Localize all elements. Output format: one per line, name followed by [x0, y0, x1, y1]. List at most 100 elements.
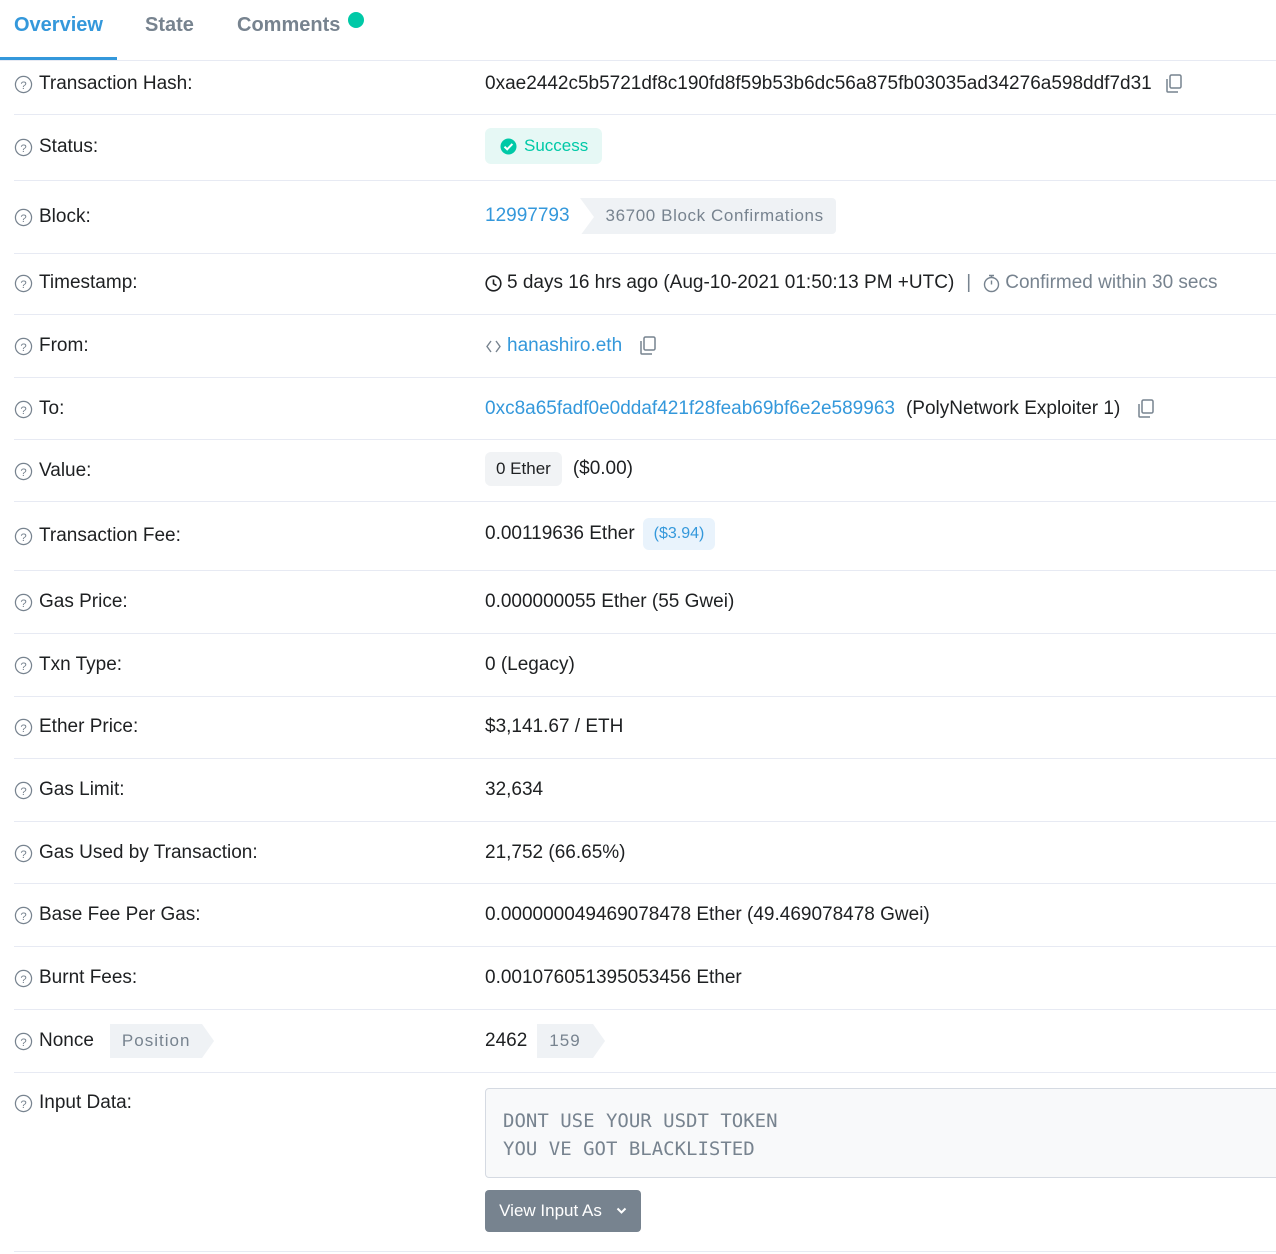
row-nonce: ? Nonce Position 2462 159	[14, 1009, 1276, 1073]
gas-price-label: Gas Price:	[39, 591, 128, 612]
question-icon[interactable]: ?	[14, 527, 33, 546]
svg-text:?: ?	[20, 79, 26, 91]
svg-text:?: ?	[20, 531, 26, 543]
svg-text:?: ?	[20, 142, 26, 154]
row-transaction-hash: ? Transaction Hash: 0xae2442c5b5721df8c1…	[14, 60, 1276, 115]
row-to: ? To: 0xc8a65fadf0e0ddaf421f28feab69bf6e…	[14, 377, 1276, 440]
txn-type-label: Txn Type:	[39, 654, 123, 675]
row-input-data: ? Input Data: DONT USE YOUR USDT TOKEN Y…	[14, 1072, 1276, 1252]
question-icon[interactable]: ?	[14, 656, 33, 675]
svg-text:?: ?	[20, 404, 26, 416]
svg-text:?: ?	[20, 910, 26, 922]
row-timestamp: ? Timestamp: 5 days 16 hrs ago (Aug-10-2…	[14, 253, 1276, 315]
transaction-hash-value: 0xae2442c5b5721df8c190fd8f59b53b6dc56a87…	[485, 73, 1152, 94]
question-icon[interactable]: ?	[14, 969, 33, 988]
copy-icon[interactable]	[638, 335, 658, 357]
svg-text:?: ?	[20, 1036, 26, 1048]
status-badge: Success	[485, 128, 603, 164]
from-label: From:	[39, 335, 89, 356]
txn-type-value: 0 (Legacy)	[485, 654, 575, 675]
row-block: ? Block: 12997793 36700 Block Confirmati…	[14, 180, 1276, 254]
transaction-fee-label: Transaction Fee:	[39, 525, 181, 546]
svg-text:?: ?	[20, 1098, 26, 1110]
gas-limit-value: 32,634	[485, 779, 544, 800]
question-icon[interactable]: ?	[14, 337, 33, 356]
gas-price-value: 0.000000055 Ether (55 Gwei)	[485, 591, 735, 612]
chevron-down-icon	[616, 1207, 627, 1214]
value-amount-badge: 0 Ether	[485, 452, 562, 486]
value-usd: ($0.00)	[572, 458, 634, 479]
base-fee-label: Base Fee Per Gas:	[39, 904, 201, 925]
row-status: ? Status: Success	[14, 114, 1276, 181]
row-from: ? From: hanashiro.eth	[14, 314, 1276, 378]
question-icon[interactable]: ?	[14, 274, 33, 293]
svg-text:?: ?	[20, 212, 26, 224]
row-gas-used: ? Gas Used by Transaction: 21,752 (66.65…	[14, 821, 1276, 884]
stopwatch-icon	[984, 274, 1000, 292]
gas-used-value: 21,752 (66.65%)	[485, 842, 626, 863]
copy-icon[interactable]	[1136, 398, 1156, 420]
row-burnt-fees: ? Burnt Fees: 0.001076051395053456 Ether	[14, 946, 1276, 1010]
status-label: Status:	[39, 136, 99, 157]
transaction-hash-label: Transaction Hash:	[39, 73, 193, 94]
timestamp-label: Timestamp:	[39, 272, 138, 293]
svg-text:?: ?	[20, 597, 26, 609]
row-transaction-fee: ? Transaction Fee: 0.00119636 Ether ($3.…	[14, 501, 1276, 571]
question-icon[interactable]: ?	[14, 138, 33, 157]
from-address-link[interactable]: hanashiro.eth	[507, 335, 622, 357]
block-number-link[interactable]: 12997793	[485, 205, 570, 227]
row-txn-type: ? Txn Type: 0 (Legacy)	[14, 633, 1276, 697]
block-confirmations-badge: 36700 Block Confirmations	[579, 198, 836, 236]
transaction-fee-amount: 0.00119636 Ether	[485, 523, 635, 544]
check-circle-icon	[500, 138, 517, 154]
to-address-link[interactable]: 0xc8a65fadf0e0ddaf421f28feab69bf6e2e5899…	[485, 398, 895, 420]
svg-text:?: ?	[20, 660, 26, 672]
svg-text:?: ?	[20, 722, 26, 734]
tab-state[interactable]: State	[145, 14, 194, 37]
svg-text:?: ?	[20, 278, 26, 290]
question-icon[interactable]: ?	[14, 75, 33, 94]
to-address-name: (PolyNetwork Exploiter 1)	[905, 398, 1121, 419]
ens-icon	[486, 340, 501, 352]
view-input-as-button[interactable]: View Input As	[485, 1190, 641, 1232]
row-gas-limit: ? Gas Limit: 32,634	[14, 758, 1276, 822]
base-fee-value: 0.000000049469078478 Ether (49.469078478…	[485, 904, 930, 925]
input-data-textarea[interactable]: DONT USE YOUR USDT TOKEN YOU VE GOT BLAC…	[485, 1088, 1276, 1178]
question-icon[interactable]: ?	[14, 1094, 33, 1113]
transaction-fee-usd-badge: ($3.94)	[642, 518, 716, 550]
gas-limit-label: Gas Limit:	[39, 779, 125, 800]
gas-used-label: Gas Used by Transaction:	[39, 842, 258, 863]
svg-text:?: ?	[20, 466, 26, 478]
status-text: Success	[524, 136, 589, 155]
question-icon[interactable]: ?	[14, 906, 33, 925]
svg-text:?: ?	[20, 785, 26, 797]
tab-comments[interactable]: Comments	[237, 14, 340, 37]
tab-overview[interactable]: Overview	[14, 14, 103, 37]
nonce-value: 2462	[485, 1030, 528, 1051]
position-value-tag: 159	[537, 1024, 606, 1058]
row-value: ? Value: 0 Ether ($0.00)	[14, 439, 1276, 502]
ether-price-value: $3,141.67 / ETH	[485, 716, 624, 737]
ether-price-label: Ether Price:	[39, 716, 139, 737]
timestamp-value: 5 days 16 hrs ago (Aug-10-2021 01:50:13 …	[507, 272, 955, 293]
svg-text:?: ?	[20, 341, 26, 353]
question-icon[interactable]: ?	[14, 844, 33, 863]
position-label-tag: Position	[109, 1024, 215, 1058]
nonce-label: Nonce	[39, 1030, 94, 1051]
burnt-fees-value: 0.001076051395053456 Ether	[485, 967, 742, 988]
question-icon[interactable]: ?	[14, 208, 33, 227]
confirmed-within-text: Confirmed within 30 secs	[1005, 272, 1218, 293]
timestamp-separator: |	[966, 272, 972, 293]
view-input-as-label: View Input As	[499, 1201, 602, 1220]
block-label: Block:	[39, 206, 91, 227]
copy-icon[interactable]	[1164, 73, 1184, 95]
question-icon[interactable]: ?	[14, 593, 33, 612]
svg-text:?: ?	[20, 973, 26, 985]
question-icon[interactable]: ?	[14, 462, 33, 481]
question-icon[interactable]: ?	[14, 781, 33, 800]
question-icon[interactable]: ?	[14, 1032, 33, 1051]
question-icon[interactable]: ?	[14, 400, 33, 419]
question-icon[interactable]: ?	[14, 718, 33, 737]
row-base-fee: ? Base Fee Per Gas: 0.000000049469078478…	[14, 883, 1276, 947]
clock-icon	[485, 274, 502, 292]
